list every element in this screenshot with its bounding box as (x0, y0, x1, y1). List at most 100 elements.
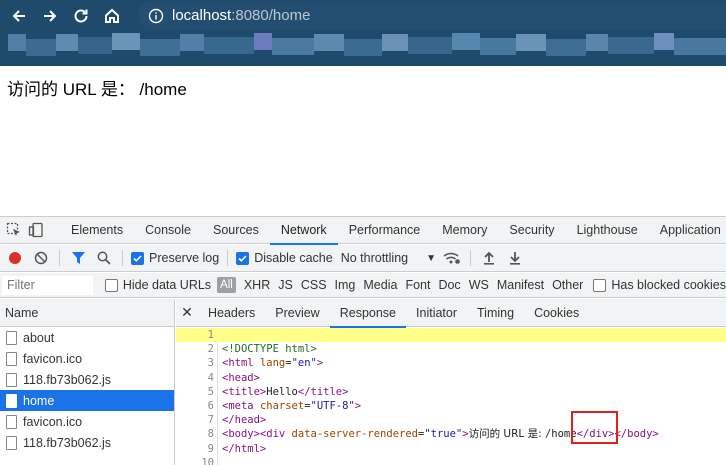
request-row[interactable]: favicon.ico (0, 411, 174, 432)
network-conditions-button[interactable] (442, 248, 462, 268)
response-source[interactable]: 1 2 <!DOCTYPE html> 3 <html lang="en"> 4 <h… (176, 328, 726, 465)
code-line: 8 <body><div data-server-rendered="true">… (176, 427, 726, 441)
filter-img[interactable]: Img (335, 278, 356, 292)
tab-response[interactable]: Response (329, 299, 407, 328)
tab-preview[interactable]: Preview (265, 299, 329, 327)
file-icon (6, 351, 17, 366)
file-icon (6, 435, 17, 450)
filter-manifest[interactable]: Manifest (497, 278, 544, 292)
code-text: <meta charset="UTF-8"> (222, 399, 362, 412)
close-icon[interactable]: ✕ (176, 304, 198, 321)
request-name: 118.fb73b062.js (23, 372, 112, 387)
filter-media[interactable]: Media (363, 278, 397, 292)
code-line: 10 (176, 456, 726, 465)
inspect-element-button[interactable] (6, 220, 22, 240)
tab-timing[interactable]: Timing (467, 299, 524, 327)
import-har-button[interactable] (479, 248, 499, 268)
export-har-button[interactable] (505, 248, 525, 268)
url-path: :8080/home (231, 7, 311, 24)
line-number: 9 (207, 442, 214, 455)
filter-ws[interactable]: WS (469, 278, 489, 292)
request-name: 118.fb73b062.js (23, 435, 112, 450)
tab-console[interactable]: Console (134, 217, 202, 244)
request-name: home (23, 393, 55, 408)
disable-cache-checkbox[interactable]: Disable cache (236, 251, 333, 265)
request-detail-pane: ✕ Headers Preview Response Initiator Tim… (176, 299, 726, 465)
network-toolbar: Preserve log Disable cache No throttling… (0, 245, 726, 272)
tab-network[interactable]: Network (269, 217, 338, 245)
record-button[interactable] (5, 248, 25, 268)
arrow-right-icon (44, 9, 57, 22)
filter-input[interactable]: Filter (2, 275, 93, 295)
name-column-header[interactable]: Name (0, 299, 174, 327)
filter-other[interactable]: Other (552, 278, 583, 292)
code-line: 6 <meta charset="UTF-8"> (176, 399, 726, 413)
devtools-tabbar: Elements Console Sources Network Perform… (0, 217, 726, 245)
code-text: </head> (222, 414, 267, 427)
back-button[interactable] (7, 4, 31, 28)
checkbox-unchecked-icon (104, 278, 118, 292)
tab-headers[interactable]: Headers (198, 299, 265, 327)
clear-icon (34, 251, 48, 265)
code-doctype: <!DOCTYPE html> (222, 343, 317, 356)
clear-button[interactable] (31, 248, 51, 268)
throttling-value: No throttling (340, 251, 409, 265)
home-button[interactable] (100, 4, 124, 28)
detail-tabbar: ✕ Headers Preview Response Initiator Tim… (176, 299, 726, 328)
checkbox-checked-icon (236, 251, 250, 265)
tab-lighthouse[interactable]: Lighthouse (566, 217, 649, 244)
preserve-log-checkbox[interactable]: Preserve log (131, 251, 219, 265)
tab-security[interactable]: Security (498, 217, 565, 244)
checkbox-unchecked-icon (593, 278, 607, 292)
hide-data-urls-checkbox[interactable]: Hide data URLs (104, 278, 212, 292)
tab-memory[interactable]: Memory (431, 217, 498, 244)
file-icon (6, 393, 17, 408)
tab-initiator[interactable]: Initiator (406, 299, 467, 327)
search-icon (97, 251, 111, 265)
code-text: </html> (222, 442, 267, 455)
has-blocked-cookies-checkbox[interactable]: Has blocked cookies (593, 278, 726, 292)
file-icon (6, 414, 17, 429)
disable-cache-label: Disable cache (254, 251, 333, 265)
filter-icon (71, 252, 85, 264)
search-button[interactable] (94, 248, 114, 268)
line-number: 3 (207, 357, 214, 370)
filter-xhr[interactable]: XHR (244, 278, 270, 292)
checkbox-checked-icon (131, 251, 144, 265)
code-text: <title>Hello</title> (222, 385, 349, 398)
filter-toggle-button[interactable] (68, 248, 88, 268)
tab-performance[interactable]: Performance (338, 217, 432, 244)
tab-sources[interactable]: Sources (202, 217, 270, 244)
filter-css[interactable]: CSS (301, 278, 327, 292)
reload-icon (74, 9, 88, 22)
separator (227, 250, 229, 266)
reload-button[interactable] (69, 4, 93, 28)
request-row-selected[interactable]: home (0, 390, 174, 411)
forward-button[interactable] (38, 4, 62, 28)
download-icon (510, 252, 521, 265)
record-icon (9, 252, 21, 264)
code-line: 4 <head> (176, 371, 726, 385)
filter-js[interactable]: JS (278, 278, 293, 292)
file-icon (6, 330, 17, 345)
hide-data-urls-label: Hide data URLs (122, 278, 212, 292)
tab-elements[interactable]: Elements (60, 217, 134, 244)
address-bar[interactable]: localhost:8080/home (138, 1, 726, 30)
filter-doc[interactable]: Doc (438, 278, 460, 292)
request-row[interactable]: 118.fb73b062.js (0, 369, 174, 390)
tab-cookies[interactable]: Cookies (524, 299, 589, 327)
inspect-icon (6, 222, 20, 236)
request-row[interactable]: about (0, 327, 174, 348)
tab-application[interactable]: Application (649, 217, 726, 244)
throttling-select[interactable]: No throttling ▼ (341, 251, 436, 265)
separator (59, 250, 60, 266)
request-name: favicon.ico (23, 351, 83, 366)
wifi-settings-icon (443, 252, 460, 264)
line-number: 8 (207, 428, 214, 441)
device-toolbar-button[interactable] (28, 220, 44, 240)
request-row[interactable]: 118.fb73b062.js (0, 432, 174, 453)
filter-all-chip[interactable]: All (217, 277, 236, 293)
request-row[interactable]: favicon.ico (0, 348, 174, 369)
filter-font[interactable]: Font (405, 278, 430, 292)
arrow-left-icon (12, 9, 25, 22)
